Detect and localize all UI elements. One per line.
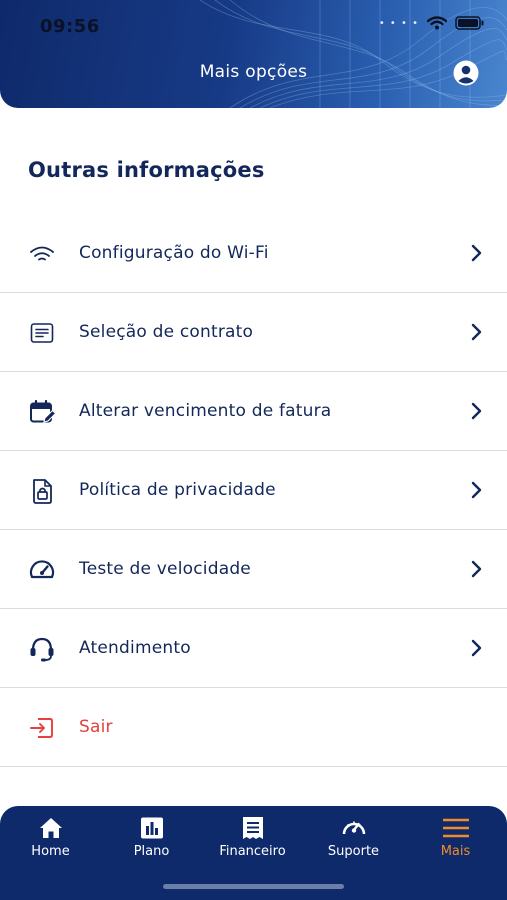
wifi-icon	[30, 246, 54, 261]
menu-icon	[442, 818, 469, 838]
nav-item-plano[interactable]: Plano	[101, 816, 202, 859]
nav-label: Financeiro	[219, 844, 286, 859]
menu-item-label: Seleção de contrato	[79, 322, 254, 342]
nav-label: Home	[31, 844, 70, 859]
chart-icon	[140, 817, 163, 839]
menu-item-label: Teste de velocidade	[79, 559, 251, 579]
nav-item-financeiro[interactable]: Financeiro	[202, 816, 303, 859]
menu-item-label: Política de privacidade	[79, 480, 276, 500]
logout-icon	[30, 718, 53, 738]
wifi-status-icon	[427, 16, 447, 30]
status-indicators: • • • •	[379, 16, 485, 30]
lock-file-icon	[33, 479, 52, 504]
menu-item-wifi-config[interactable]: Configuração do Wi-Fi	[0, 214, 507, 293]
chevron-right-icon	[471, 323, 482, 341]
home-icon	[39, 818, 62, 838]
battery-icon	[455, 16, 484, 30]
status-time: 09:56	[40, 16, 100, 37]
receipt-icon	[242, 817, 263, 839]
calendar-edit-icon	[30, 399, 56, 423]
menu-item-label: Sair	[79, 717, 113, 737]
document-icon	[30, 323, 54, 343]
chevron-right-icon	[471, 402, 482, 420]
menu-item-label: Atendimento	[79, 638, 191, 658]
nav-item-home[interactable]: Home	[0, 816, 101, 859]
menu-item-contract-selection[interactable]: Seleção de contrato	[0, 293, 507, 372]
home-indicator	[163, 884, 344, 889]
nav-item-suporte[interactable]: Suporte	[303, 816, 404, 859]
menu-item-label: Alterar vencimento de fatura	[79, 401, 332, 421]
page-title: Mais opções	[199, 62, 308, 82]
chevron-right-icon	[471, 244, 482, 262]
menu-item-privacy-policy[interactable]: Política de privacidade	[0, 451, 507, 530]
profile-icon[interactable]	[453, 60, 479, 86]
nav-label: Plano	[133, 844, 170, 859]
header: 09:56 • • • • Mais opções	[0, 0, 507, 108]
nav-label: Suporte	[327, 844, 380, 859]
options-menu: Configuração do Wi-Fi Seleção de contrat…	[0, 214, 507, 767]
menu-item-change-due-date[interactable]: Alterar vencimento de fatura	[0, 372, 507, 451]
chevron-right-icon	[471, 639, 482, 657]
menu-item-label: Configuração do Wi-Fi	[79, 243, 269, 263]
nav-label: Mais	[440, 844, 471, 859]
section-title: Outras informações	[28, 158, 265, 182]
headset-icon	[30, 637, 54, 662]
speedometer-icon	[29, 560, 55, 579]
menu-item-customer-service[interactable]: Atendimento	[0, 609, 507, 688]
nav-item-mais[interactable]: Mais	[405, 816, 506, 859]
menu-item-logout[interactable]: Sair	[0, 688, 507, 767]
chevron-right-icon	[471, 560, 482, 578]
support-icon	[342, 821, 365, 835]
chevron-right-icon	[471, 481, 482, 499]
menu-item-speed-test[interactable]: Teste de velocidade	[0, 530, 507, 609]
signal-dots-icon: • • • •	[378, 17, 419, 29]
